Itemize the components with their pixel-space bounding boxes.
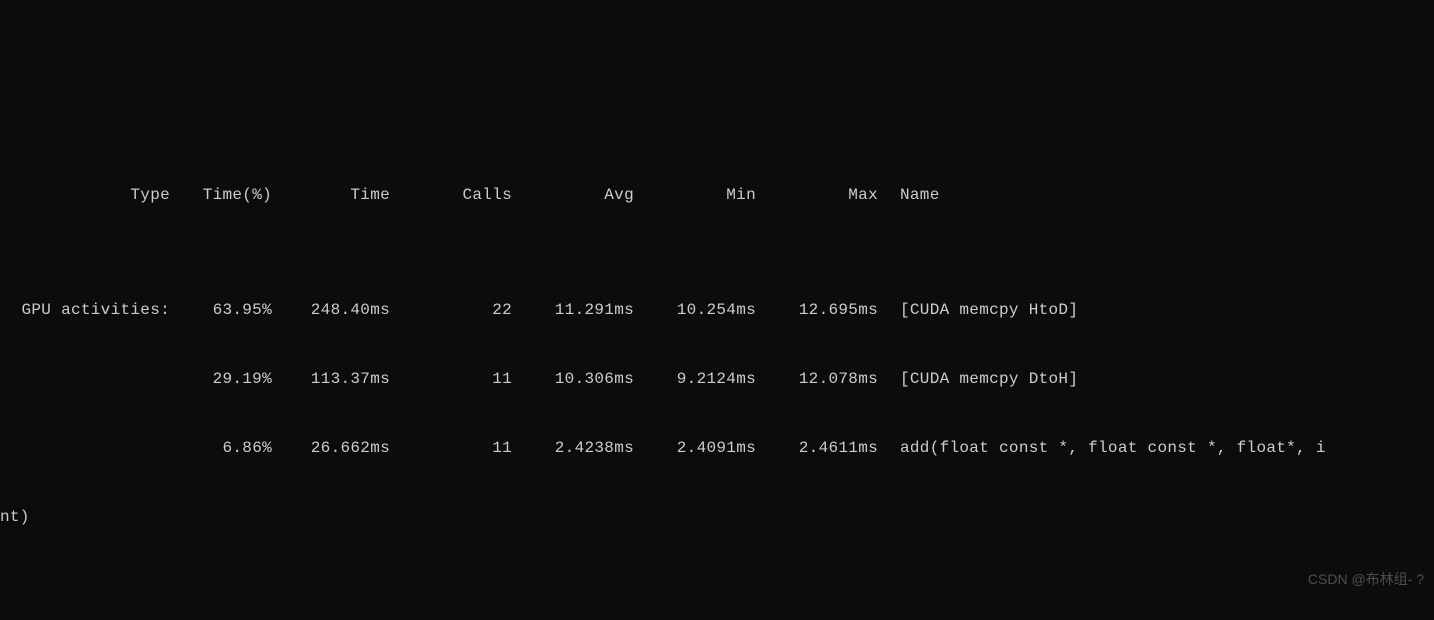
section-label: GPU activities: [0,299,172,322]
cell-pct: 63.95% [172,299,274,322]
table-row: 6.86% 26.662ms 11 2.4238ms 2.4091ms 2.46… [0,437,1434,460]
cell-name: [CUDA memcpy DtoH] [880,368,1434,391]
cell-max: 12.695ms [758,299,880,322]
cell-avg: 2.4238ms [514,437,636,460]
wrap-tail: nt) [0,506,30,529]
col-time: Time [274,184,392,207]
col-type: Type [0,184,172,207]
cell-pct: 6.86% [172,437,274,460]
cell-avg: 10.306ms [514,368,636,391]
cell-avg: 11.291ms [514,299,636,322]
col-pct: Time(%) [172,184,274,207]
col-max: Max [758,184,880,207]
cell-max: 12.078ms [758,368,880,391]
col-min: Min [636,184,758,207]
cell-max: 2.4611ms [758,437,880,460]
table-row: 29.19% 113.37ms 11 10.306ms 9.2124ms 12.… [0,368,1434,391]
col-avg: Avg [514,184,636,207]
cell-pct: 29.19% [172,368,274,391]
cell-min: 10.254ms [636,299,758,322]
cell-name: [CUDA memcpy HtoD] [880,299,1434,322]
table-row: GPU activities: 63.95% 248.40ms 22 11.29… [0,299,1434,322]
cell-calls: 11 [392,437,514,460]
cell-time: 113.37ms [274,368,392,391]
cell-time: 248.40ms [274,299,392,322]
header-row: Type Time(%) Time Calls Avg Min Max Name [0,184,1434,207]
cell-min: 9.2124ms [636,368,758,391]
col-name: Name [880,184,1434,207]
nvprof-output: Type Time(%) Time Calls Avg Min Max Name… [0,115,1434,620]
cell-name: add(float const *, float const *, float*… [880,437,1434,460]
col-calls: Calls [392,184,514,207]
cell-calls: 22 [392,299,514,322]
wrapped-line: nt) [0,506,1434,529]
cell-time: 26.662ms [274,437,392,460]
cell-min: 2.4091ms [636,437,758,460]
cell-calls: 11 [392,368,514,391]
